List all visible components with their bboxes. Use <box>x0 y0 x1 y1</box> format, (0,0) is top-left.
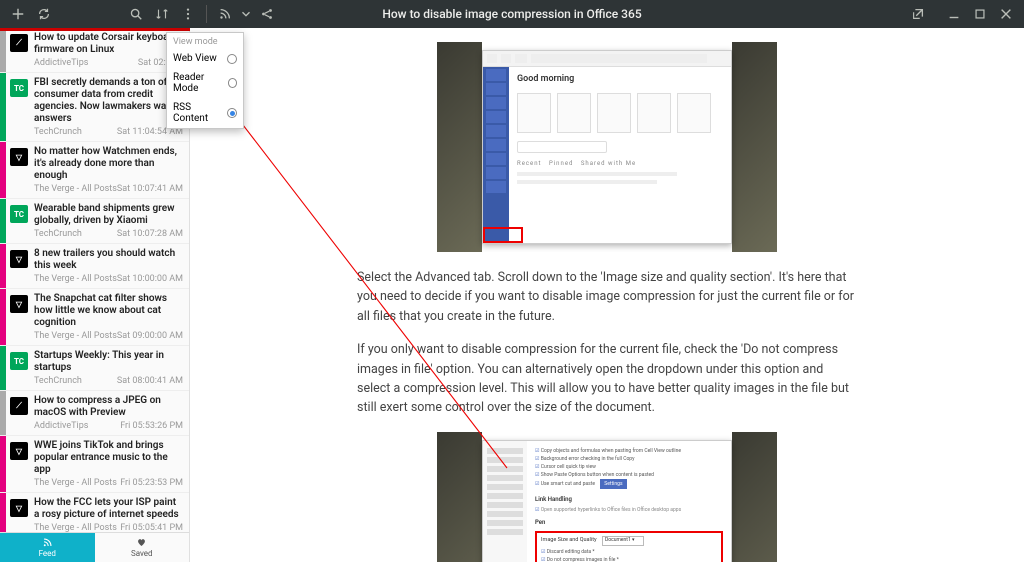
article-content[interactable]: Good morning Recent Pinned Shared with M… <box>190 28 1024 562</box>
feed-item-title: How to compress a JPEG on macOS with Pre… <box>34 395 183 419</box>
radio-icon <box>227 54 237 64</box>
feed-item[interactable]: ▽No matter how Watchmen ends, it's alrea… <box>0 142 189 199</box>
feed-source-icon: ▽ <box>6 493 32 532</box>
feed-item-time: Sat 08:00:41 AM <box>117 376 183 386</box>
feed-item[interactable]: TCWearable band shipments grew globally,… <box>0 199 189 244</box>
feed-item[interactable]: TCStartups Weekly: This year in startups… <box>0 346 189 391</box>
rss-icon[interactable] <box>213 2 237 26</box>
tab-feed[interactable]: Feed <box>0 533 95 562</box>
feed-item-source: The Verge - All Posts <box>34 523 117 532</box>
add-button[interactable] <box>6 2 30 26</box>
feed-item-title: Startups Weekly: This year in startups <box>34 350 183 374</box>
close-button[interactable] <box>994 2 1018 26</box>
feed-item-time: Fri 05:05:41 PM <box>120 523 183 532</box>
tab-saved-label: Saved <box>131 549 153 558</box>
feed-source-icon: ▽ <box>6 289 32 345</box>
feed-item[interactable]: ⟋How to compress a JPEG on macOS with Pr… <box>0 391 189 436</box>
feed-item-title: FBI secretly demands a ton of consumer d… <box>34 77 183 125</box>
minimize-button[interactable] <box>942 2 966 26</box>
feed-item[interactable]: ▽The Snapchat cat filter shows how littl… <box>0 289 189 346</box>
feed-item-source: TechCrunch <box>34 376 82 386</box>
feed-item-title: How the FCC lets your ISP paint a rosy p… <box>34 497 183 521</box>
feed-item-source: The Verge - All Posts <box>34 331 117 341</box>
sidebar: ⟋How to update Corsair keyboard firmware… <box>0 28 190 562</box>
feed-item-source: TechCrunch <box>34 127 82 137</box>
feed-source-icon: ▽ <box>6 142 32 198</box>
feed-item[interactable]: ▽WWE joins TikTok and brings popular ent… <box>0 436 189 493</box>
view-mode-option-label: RSS Content <box>173 102 227 124</box>
rss-dropdown-button[interactable] <box>239 2 253 26</box>
feed-item-title: WWE joins TikTok and brings popular entr… <box>34 440 183 476</box>
feed-item-time: Sat 10:07:28 AM <box>117 229 183 239</box>
tab-feed-label: Feed <box>39 549 56 558</box>
feed-item-source: TechCrunch <box>34 229 82 239</box>
radio-icon <box>228 78 237 88</box>
feed-item-time: Sat 10:00:00 AM <box>117 274 183 284</box>
article-screenshot-1: Good morning Recent Pinned Shared with M… <box>437 42 777 252</box>
view-mode-option[interactable]: Web View <box>167 49 243 68</box>
feed-source-icon: ▽ <box>6 244 32 288</box>
article-paragraph: Select the Advanced tab. Scroll down to … <box>357 268 857 326</box>
feed-source-icon: TC <box>6 73 32 141</box>
feed-item-time: Fri 05:23:53 PM <box>120 478 183 488</box>
feed-item-title: Wearable band shipments grew globally, d… <box>34 203 183 227</box>
feed-item-time: Sat 10:07:41 AM <box>117 184 183 194</box>
refresh-button[interactable] <box>32 2 56 26</box>
feed-item-source: AddictiveTips <box>34 421 88 431</box>
titlebar: How to disable image compression in Offi… <box>0 0 1024 28</box>
feed-source-icon: ⟋ <box>6 391 32 435</box>
article-paragraph: If you only want to disable compression … <box>357 340 857 418</box>
view-mode-option[interactable]: RSS Content <box>167 98 243 128</box>
feed-item-time: Fri 05:53:26 PM <box>120 421 183 431</box>
feed-item-title: No matter how Watchmen ends, it's alread… <box>34 146 183 182</box>
feed-source-icon: ▽ <box>6 436 32 492</box>
feed-item-source: AddictiveTips <box>34 58 88 68</box>
loading-bar <box>0 28 190 31</box>
share-button[interactable] <box>255 2 279 26</box>
feed-item[interactable]: ▽How the FCC lets your ISP paint a rosy … <box>0 493 189 532</box>
maximize-button[interactable] <box>968 2 992 26</box>
bottom-tab-bar: Feed Saved <box>0 532 189 562</box>
view-mode-header: View mode <box>167 33 243 49</box>
feed-item-source: The Verge - All Posts <box>34 478 117 488</box>
radio-icon <box>227 108 237 118</box>
tab-saved[interactable]: Saved <box>95 533 190 562</box>
feed-item-source: The Verge - All Posts <box>34 184 117 194</box>
feed-source-icon: TC <box>6 346 32 390</box>
feed-item-title: How to update Corsair keyboard firmware … <box>34 32 183 56</box>
feed-item[interactable]: ⟋How to update Corsair keyboard firmware… <box>0 28 189 73</box>
view-mode-option-label: Web View <box>173 53 217 64</box>
feed-item-time: Sat 09:00:00 AM <box>117 331 183 341</box>
search-button[interactable] <box>124 2 148 26</box>
article-screenshot-2: Copy objects and formulas when pasting f… <box>437 432 777 562</box>
feed-list[interactable]: ⟋How to update Corsair keyboard firmware… <box>0 28 189 532</box>
feed-item[interactable]: TCFBI secretly demands a ton of consumer… <box>0 73 189 142</box>
feed-item-source: The Verge - All Posts <box>34 274 117 284</box>
screenshot-heading: Good morning <box>517 73 723 87</box>
more-button[interactable] <box>176 2 200 26</box>
view-mode-option[interactable]: Reader Mode <box>167 68 243 98</box>
feed-source-icon: TC <box>6 199 32 243</box>
view-mode-option-label: Reader Mode <box>173 72 228 94</box>
feed-item[interactable]: ▽8 new trailers you should watch this we… <box>0 244 189 289</box>
page-title: How to disable image compression in Offi… <box>382 7 641 21</box>
open-external-button[interactable] <box>906 2 930 26</box>
feed-item-title: The Snapchat cat filter shows how little… <box>34 293 183 329</box>
sort-button[interactable] <box>150 2 174 26</box>
feed-source-icon: ⟋ <box>6 28 32 72</box>
view-mode-popup: View mode Web View Reader Mode RSS Content <box>166 32 244 129</box>
feed-item-title: 8 new trailers you should watch this wee… <box>34 248 183 272</box>
